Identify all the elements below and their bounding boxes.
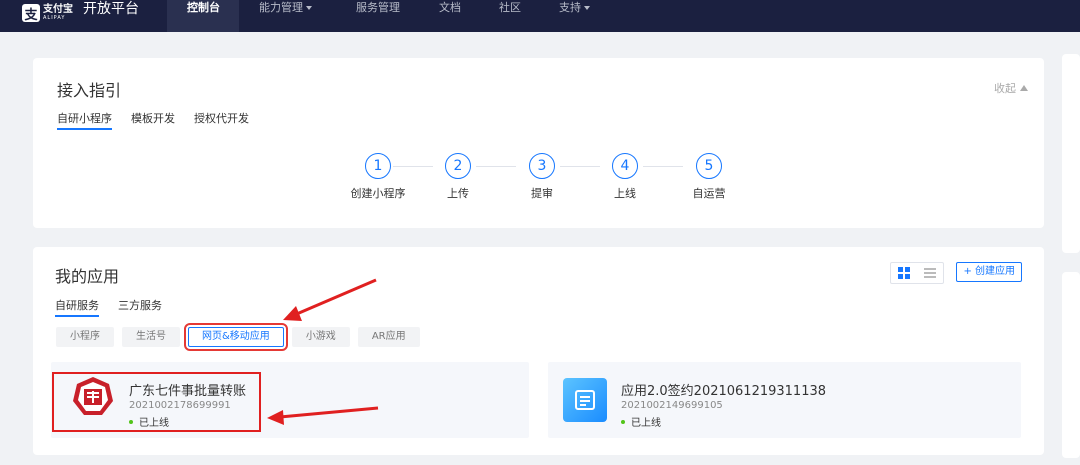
- step-review: 3 提审: [507, 153, 577, 201]
- apps-tabs: 自研服务 三方服务: [55, 297, 181, 317]
- step-online: 4 上线: [590, 153, 660, 201]
- step-number: 1: [365, 153, 391, 179]
- step-number: 5: [696, 153, 722, 179]
- guide-title: 接入指引: [57, 81, 122, 100]
- step-create: 1 创建小程序: [343, 153, 413, 201]
- app-id: 2021002149699105: [621, 400, 723, 411]
- chevron-down-icon: [306, 6, 312, 10]
- list-view-button[interactable]: [917, 263, 943, 283]
- side-panel: [1062, 272, 1080, 458]
- view-toggle: [890, 262, 944, 284]
- tab-self-service[interactable]: 自研服务: [55, 297, 99, 317]
- chevron-down-icon: [584, 6, 590, 10]
- tab-template-dev[interactable]: 模板开发: [131, 110, 175, 130]
- grid-icon: [898, 267, 910, 279]
- guide-tabs: 自研小程序 模板开发 授权代开发: [57, 110, 268, 130]
- list-icon: [924, 268, 936, 278]
- filter-minigame[interactable]: 小游戏: [291, 327, 350, 347]
- app-type-filters: 小程序 生活号 网页&移动应用 小游戏 AR应用: [56, 323, 428, 351]
- step-operate: 5 自运营: [674, 153, 744, 201]
- chevron-up-icon: [1020, 85, 1028, 91]
- apps-title: 我的应用: [55, 267, 120, 286]
- platform-title: 开放平台: [83, 1, 139, 17]
- tab-third-party-service[interactable]: 三方服务: [118, 297, 162, 317]
- collapse-button[interactable]: 收起: [994, 80, 1028, 96]
- tab-authorized-dev[interactable]: 授权代开发: [194, 110, 249, 130]
- step-number: 2: [445, 153, 471, 179]
- step-label: 上传: [447, 187, 469, 200]
- access-guide-card: 接入指引 收起 自研小程序 模板开发 授权代开发 1 创建小程序 2 上传 3 …: [33, 58, 1044, 228]
- tab-self-developed-miniapp[interactable]: 自研小程序: [57, 110, 112, 130]
- guide-steps: 1 创建小程序 2 上传 3 提审 4 上线 5 自运营: [343, 153, 743, 213]
- app-name[interactable]: 应用2.0签约2021061219311138: [621, 380, 826, 399]
- logo-text: 支付宝: [43, 4, 73, 15]
- alipay-logo-icon: 支: [22, 4, 40, 23]
- step-label: 创建小程序: [350, 187, 406, 200]
- nav-item-service[interactable]: 服务管理: [356, 0, 400, 16]
- grid-view-button[interactable]: [891, 263, 917, 283]
- top-navigation: 支 支付宝 ALIPAY 开放平台 控制台 能力管理 服务管理 文档 社区 支持: [0, 0, 1080, 32]
- document-icon: [563, 378, 607, 422]
- step-number: 4: [612, 153, 638, 179]
- filter-miniapp[interactable]: 小程序: [56, 327, 114, 347]
- status-dot-icon: [621, 419, 625, 424]
- nav-item-capability[interactable]: 能力管理: [259, 0, 312, 16]
- highlight-box: [52, 372, 261, 432]
- alipay-logo[interactable]: 支 支付宝 ALIPAY: [22, 2, 73, 24]
- my-apps-card: 我的应用 + 创建应用 自研服务 三方服务 小程序 生活号 网页&移动应用 小游…: [33, 247, 1044, 455]
- nav-item-support[interactable]: 支持: [559, 0, 590, 16]
- nav-item-docs[interactable]: 文档: [439, 0, 461, 16]
- nav-item-community[interactable]: 社区: [499, 0, 521, 16]
- step-label: 自运营: [692, 187, 726, 200]
- app-card[interactable]: 应用2.0签约2021061219311138 2021002149699105…: [548, 362, 1021, 438]
- step-label: 上线: [614, 187, 636, 200]
- logo-subtext: ALIPAY: [43, 15, 66, 21]
- filter-ar[interactable]: AR应用: [357, 327, 420, 347]
- step-number: 3: [529, 153, 555, 179]
- filter-lifestyle[interactable]: 生活号: [122, 327, 180, 347]
- step-upload: 2 上传: [423, 153, 493, 201]
- nav-item-console[interactable]: 控制台: [187, 0, 220, 16]
- filter-web-mobile[interactable]: 网页&移动应用: [184, 323, 288, 351]
- side-panel: [1062, 54, 1080, 253]
- status-badge: 已上线: [621, 414, 661, 429]
- step-label: 提审: [531, 187, 553, 200]
- create-app-button[interactable]: + 创建应用: [956, 262, 1022, 282]
